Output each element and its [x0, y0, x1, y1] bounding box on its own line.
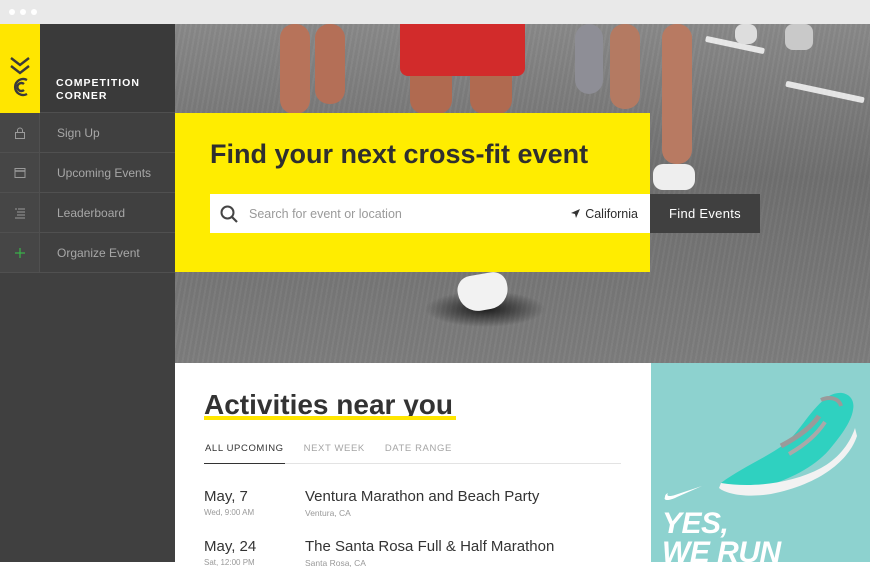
brand-name-line: CORNER — [56, 90, 108, 102]
runner-shoe — [653, 164, 695, 190]
lock-icon — [0, 113, 40, 152]
find-events-button[interactable]: Find Events — [650, 194, 760, 233]
brand[interactable]: COMPETITION CORNER — [0, 24, 175, 113]
sidebar-item-upcoming-events[interactable]: Upcoming Events — [0, 153, 175, 193]
runner-shoe — [455, 269, 511, 315]
runner-shoe — [735, 24, 757, 44]
nike-swoosh-icon — [664, 486, 702, 500]
search-input[interactable] — [249, 194, 549, 233]
tab-next-week[interactable]: NEXT WEEK — [303, 443, 366, 464]
location-arrow-icon — [571, 207, 581, 221]
event-location: Ventura, CA — [305, 508, 351, 518]
tab-all-upcoming[interactable]: ALL UPCOMING — [204, 443, 285, 464]
activity-tabs: ALL UPCOMING NEXT WEEK DATE RANGE — [204, 443, 621, 464]
window-dot[interactable] — [31, 9, 37, 15]
sidebar-item-label: Leaderboard — [57, 206, 126, 220]
event-row[interactable]: May, 24 Sat, 12:00 PM The Santa Rosa Ful… — [204, 538, 624, 578]
brand-logo-icon — [0, 24, 40, 113]
location-selector[interactable]: California — [571, 207, 638, 221]
window-controls — [9, 9, 37, 15]
ad-slogan-line: WE RUN — [662, 536, 781, 563]
sidebar-item-organize-event[interactable]: Organize Event — [0, 233, 175, 273]
search-icon — [220, 205, 238, 228]
event-name[interactable]: Ventura Marathon and Beach Party — [305, 488, 539, 505]
runner-leg — [280, 24, 310, 114]
plus-icon — [0, 233, 40, 272]
hero-title: Find your next cross-fit event — [210, 139, 589, 169]
runner-leg — [575, 24, 603, 94]
runner-leg — [662, 24, 692, 164]
search-box: California — [210, 194, 650, 233]
event-row[interactable]: May, 7 Wed, 9:00 AM Ventura Marathon and… — [204, 488, 624, 528]
tab-date-range[interactable]: DATE RANGE — [384, 443, 453, 464]
ad-slogan: YES, WE RUN — [662, 507, 781, 563]
runner-shoe — [785, 24, 813, 50]
location-label: California — [585, 207, 638, 221]
event-location: Santa Rosa, CA — [305, 558, 366, 568]
running-shoe-image — [719, 392, 857, 496]
calendar-icon — [0, 153, 40, 192]
nike-ad-banner[interactable]: YES, WE RUN — [651, 363, 870, 562]
search-panel: Find your next cross-fit event Californi… — [175, 113, 650, 272]
event-name[interactable]: The Santa Rosa Full & Half Marathon — [305, 538, 554, 555]
brand-name: COMPETITION CORNER — [56, 77, 166, 103]
ad-slogan-line: YES, — [662, 507, 729, 540]
list-icon — [0, 193, 40, 232]
sidebar-item-label: Organize Event — [57, 246, 140, 260]
sidebar-item-label: Upcoming Events — [57, 166, 152, 180]
activities-section: Activities near you ALL UPCOMING NEXT WE… — [175, 363, 651, 568]
sidebar-nav: Sign Up Upcoming Events Leaderboard Orga… — [0, 113, 175, 273]
event-date: May, 7 — [204, 488, 248, 505]
sidebar-item-leaderboard[interactable]: Leaderboard — [0, 193, 175, 233]
title-underline — [204, 416, 456, 420]
event-date: May, 24 — [204, 538, 257, 555]
brand-name-line: COMPETITION — [56, 77, 140, 89]
runner-leg — [315, 24, 345, 104]
sidebar-item-label: Sign Up — [57, 126, 100, 140]
runner-leg — [610, 24, 640, 109]
runner-shorts — [400, 24, 525, 76]
event-time: Sat, 12:00 PM — [204, 558, 255, 567]
window-dot[interactable] — [20, 9, 26, 15]
window-dot[interactable] — [9, 9, 15, 15]
event-time: Wed, 9:00 AM — [204, 508, 255, 517]
browser-chrome — [0, 0, 870, 24]
road-marking — [785, 80, 865, 104]
sidebar: COMPETITION CORNER Sign Up Upcoming Even… — [0, 24, 175, 562]
sidebar-item-sign-up[interactable]: Sign Up — [0, 113, 175, 153]
